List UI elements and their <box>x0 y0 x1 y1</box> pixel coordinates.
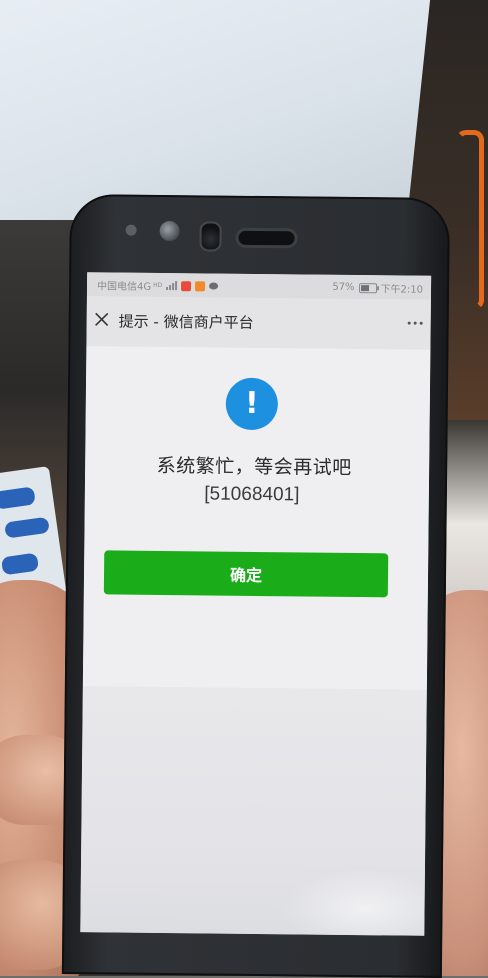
battery-icon <box>358 282 377 293</box>
signal-icon <box>166 281 178 291</box>
clock-time: 下午2:10 <box>380 284 424 296</box>
screen-glare <box>280 868 432 936</box>
battery-percent: 57% <box>332 281 355 293</box>
error-code: [51068401] <box>204 483 300 506</box>
more-dots-icon[interactable] <box>407 321 423 325</box>
proximity-sensor <box>125 224 137 236</box>
confirm-button[interactable]: 确定 <box>103 550 389 598</box>
notification-app-icon <box>195 280 206 291</box>
nav-bar: 提示 - 微信商户平台 <box>86 296 431 350</box>
status-right: 57% 下午2:10 <box>332 280 423 296</box>
front-camera-icon <box>199 221 222 252</box>
chat-notification-icon <box>209 282 219 290</box>
phone-body: 中国电信4G HD 57% 下午2:10 提示 - 微信商户平台 ! 系统繁忙，… <box>61 194 450 978</box>
phone-screen: 中国电信4G HD 57% 下午2:10 提示 - 微信商户平台 ! 系统繁忙，… <box>80 272 432 936</box>
empty-page-area <box>80 686 432 936</box>
status-bar: 中国电信4G HD 57% 下午2:10 <box>86 272 432 300</box>
earpiece <box>235 227 298 249</box>
page-title: 提示 - 微信商户平台 <box>118 312 254 332</box>
background-cable <box>456 130 484 310</box>
light-sensor <box>159 220 180 242</box>
notification-app-icon <box>181 280 192 291</box>
error-message: 系统繁忙，等会再试吧 <box>156 454 352 479</box>
carrier-label: 中国电信4G <box>96 281 152 293</box>
error-dialog: ! 系统繁忙，等会再试吧 [51068401] 确定 <box>82 346 431 690</box>
exclamation-icon: ! <box>225 377 279 431</box>
close-icon[interactable] <box>91 308 113 330</box>
network-sup: HD <box>153 281 163 289</box>
status-left: 中国电信4G HD <box>96 277 219 293</box>
